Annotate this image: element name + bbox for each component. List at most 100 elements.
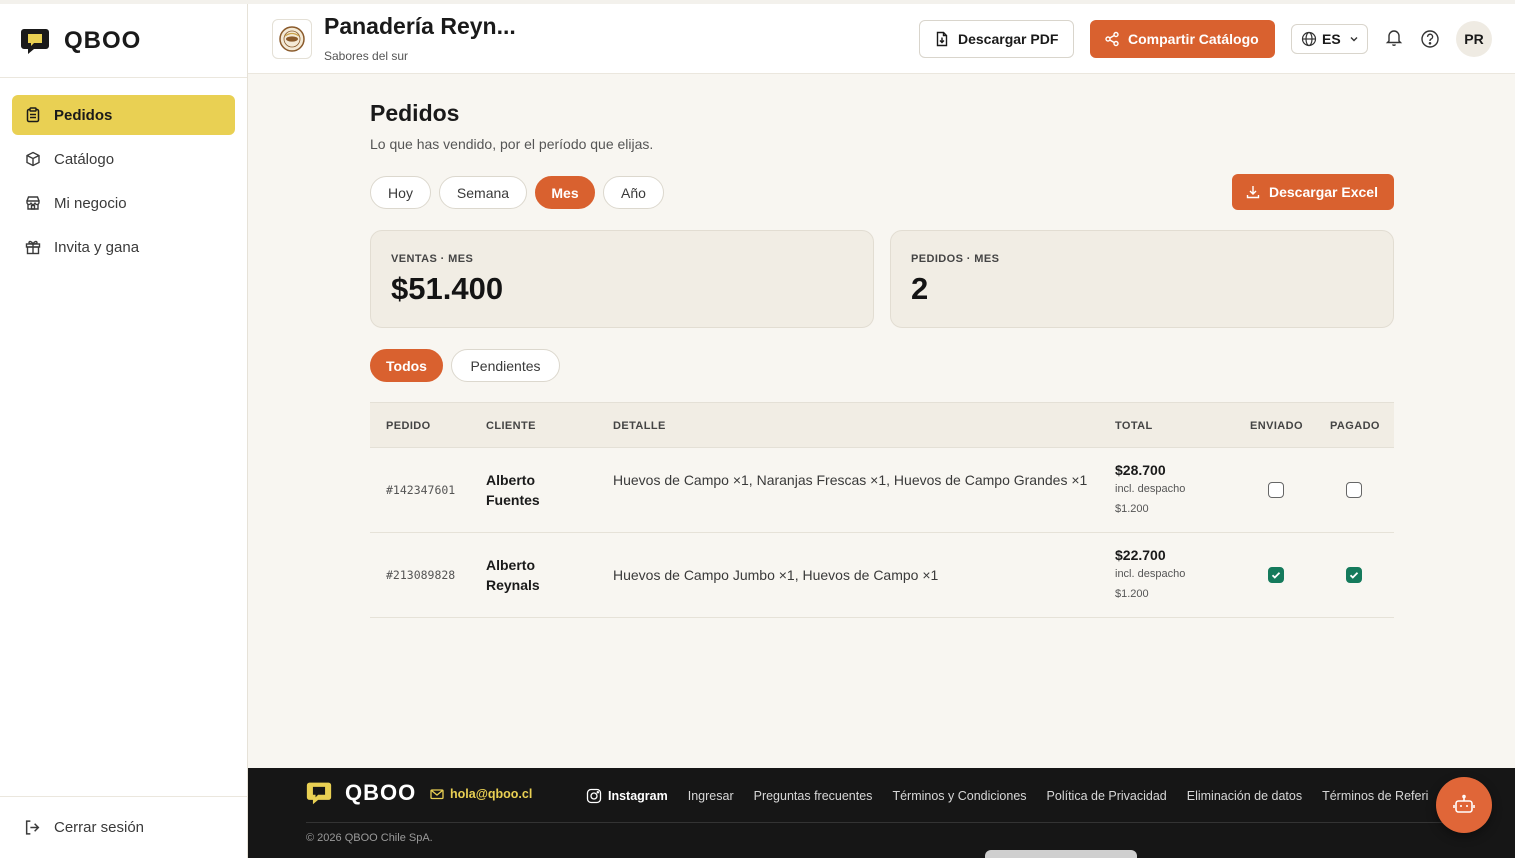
logout-button[interactable]: Cerrar sesión — [0, 796, 247, 858]
footer-link-terms[interactable]: Términos y Condiciones — [892, 789, 1026, 803]
box-icon — [24, 150, 42, 168]
stat-value: 2 — [911, 271, 929, 306]
check-icon — [1349, 572, 1359, 579]
logout-icon — [24, 819, 42, 837]
download-pdf-button[interactable]: Descargar PDF — [919, 20, 1074, 58]
sidebar-item-label: Catálogo — [54, 150, 115, 168]
header-total: TOTAL — [1115, 420, 1153, 432]
table-row[interactable]: #142347601 Alberto Fuentes Huevos de Cam… — [370, 448, 1394, 533]
instagram-icon — [586, 788, 602, 804]
bell-icon[interactable] — [1384, 27, 1404, 47]
qboo-logo-icon — [20, 27, 50, 55]
sidebar-item-label: Invita y gana — [54, 238, 140, 256]
order-client: Alberto Fuentes — [486, 472, 540, 508]
order-total-amount: $28.700 — [1115, 462, 1166, 478]
sidebar-item-mi-negocio[interactable]: Mi negocio — [12, 183, 235, 223]
scroll-indicator — [985, 850, 1137, 858]
footer-email-link[interactable]: hola@qboo.cl — [430, 787, 532, 801]
header-pagado: PAGADO — [1330, 420, 1380, 432]
sidebar-item-label: Pedidos — [54, 106, 113, 124]
sales-stat-card: VENTAS · MES $51.400 — [370, 230, 874, 328]
footer-link-instagram[interactable]: Instagram — [586, 788, 668, 804]
footer-links-clip: Instagram Ingresar Preguntas frecuentes … — [586, 782, 1439, 812]
sidebar-item-invita-y-gana[interactable]: Invita y gana — [12, 227, 235, 267]
help-icon[interactable] — [1420, 29, 1440, 49]
sidebar-item-label: Mi negocio — [54, 194, 127, 212]
footer: QBOO hola@qboo.cl Instagram Ingresar Pre… — [248, 768, 1515, 858]
table-header: PEDIDO CLIENTE DETALLE TOTAL ENVIADO PAG… — [370, 402, 1394, 448]
brand-name: QBOO — [64, 26, 142, 54]
footer-link-data-deletion[interactable]: Eliminación de datos — [1187, 789, 1302, 803]
qboo-logo-icon — [306, 780, 332, 806]
order-id: #142347601 — [386, 483, 456, 497]
paid-checkbox[interactable] — [1346, 567, 1362, 583]
language-selector[interactable]: ES — [1291, 24, 1368, 54]
share-icon — [1104, 31, 1120, 47]
language-value: ES — [1322, 31, 1341, 47]
footer-link-faq[interactable]: Preguntas frecuentes — [754, 789, 873, 803]
stat-value: $51.400 — [391, 271, 504, 306]
order-detail: Huevos de Campo Jumbo ×1, Huevos de Camp… — [613, 567, 939, 583]
table-row[interactable]: #213089828 Alberto Reynals Huevos de Cam… — [370, 533, 1394, 618]
footer-links: Instagram Ingresar Preguntas frecuentes … — [586, 788, 1439, 804]
stat-label: VENTAS · MES — [391, 253, 474, 265]
download-pdf-label: Descargar PDF — [958, 31, 1059, 47]
sent-checkbox[interactable] — [1268, 567, 1284, 583]
sidebar-nav: Pedidos Catálogo Mi negocio Invita y gan… — [0, 78, 247, 267]
order-shipping-note: incl. despacho $1.200 — [1115, 568, 1186, 600]
order-total: $28.700 incl. despacho $1.200 — [1115, 461, 1205, 519]
globe-icon — [1301, 31, 1317, 47]
period-ano[interactable]: Año — [603, 176, 664, 209]
check-icon — [1271, 572, 1281, 579]
period-mes[interactable]: Mes — [535, 176, 595, 209]
robot-icon — [1453, 794, 1475, 813]
page-subtitle: Lo que has vendido, por el período que e… — [370, 136, 654, 152]
sidebar: QBOO Pedidos Catálogo Mi negocio Invita … — [0, 4, 248, 858]
order-total-amount: $22.700 — [1115, 547, 1166, 563]
filter-pendientes[interactable]: Pendientes — [451, 349, 560, 382]
footer-divider — [306, 822, 1486, 823]
download-icon — [1245, 184, 1261, 200]
footer-link-privacy[interactable]: Política de Privacidad — [1047, 789, 1167, 803]
footer-link-referral-terms[interactable]: Términos de Referi — [1322, 789, 1428, 803]
footer-copyright: © 2026 QBOO Chile SpA. — [306, 832, 433, 844]
top-header: Panadería Reyn... Sabores del sur Descar… — [248, 4, 1515, 74]
period-hoy[interactable]: Hoy — [370, 176, 431, 209]
sidebar-item-catalogo[interactable]: Catálogo — [12, 139, 235, 179]
store-name: Panadería Reyn... — [324, 13, 516, 39]
footer-link-ingresar[interactable]: Ingresar — [688, 789, 734, 803]
filter-todos[interactable]: Todos — [370, 349, 443, 382]
header-cliente: CLIENTE — [486, 420, 536, 432]
footer-email: hola@qboo.cl — [450, 787, 533, 801]
header-pedido: PEDIDO — [386, 420, 431, 432]
stat-label: PEDIDOS · MES — [911, 253, 1000, 265]
order-shipping-note: incl. despacho $1.200 — [1115, 483, 1186, 515]
page-title: Pedidos — [370, 100, 460, 126]
order-detail: Huevos de Campo ×1, Naranjas Frescas ×1,… — [613, 472, 1088, 488]
order-client: Alberto Reynals — [486, 557, 540, 593]
footer-link-label: Instagram — [608, 789, 668, 803]
sidebar-item-pedidos[interactable]: Pedidos — [12, 95, 235, 135]
order-total: $22.700 incl. despacho $1.200 — [1115, 546, 1205, 604]
download-excel-label: Descargar Excel — [1269, 184, 1378, 200]
clipboard-icon — [24, 106, 42, 124]
period-semana[interactable]: Semana — [439, 176, 527, 209]
store-icon — [24, 194, 42, 212]
download-excel-button[interactable]: Descargar Excel — [1232, 174, 1394, 210]
assistant-bot-button[interactable] — [1436, 777, 1492, 833]
share-catalog-button[interactable]: Compartir Catálogo — [1090, 20, 1275, 58]
sent-checkbox[interactable] — [1268, 482, 1284, 498]
store-logo[interactable] — [272, 19, 312, 59]
header-enviado: ENVIADO — [1250, 420, 1303, 432]
footer-brand-name: QBOO — [345, 780, 417, 805]
gift-icon — [24, 238, 42, 256]
mail-icon — [430, 787, 444, 801]
paid-checkbox[interactable] — [1346, 482, 1362, 498]
orders-table: PEDIDO CLIENTE DETALLE TOTAL ENVIADO PAG… — [370, 402, 1394, 618]
share-catalog-label: Compartir Catálogo — [1128, 31, 1259, 47]
chevron-down-icon — [1349, 34, 1359, 44]
brand[interactable]: QBOO — [0, 4, 247, 78]
store-subtitle: Sabores del sur — [324, 49, 409, 63]
avatar[interactable]: PR — [1456, 21, 1492, 57]
main-content: Pedidos Lo que has vendido, por el perío… — [248, 74, 1515, 768]
